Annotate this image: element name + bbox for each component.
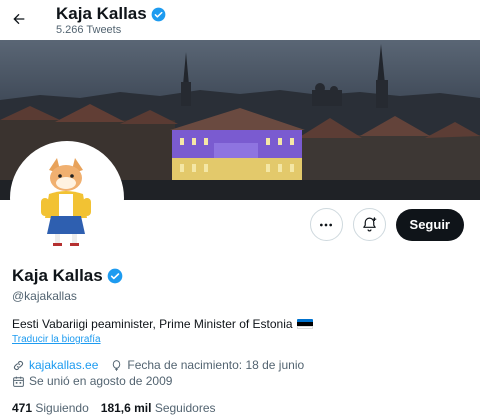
joined-text: Se unió en agosto de 2009 [29, 374, 173, 388]
calendar-icon [12, 375, 25, 388]
profile-name-row: Kaja Kallas [12, 266, 123, 286]
back-button[interactable] [4, 4, 34, 34]
followers-label: Seguidores [154, 401, 216, 415]
profile-stats: 471 Siguiendo 181,6 mil Seguidores [12, 401, 216, 415]
bio-text: Eesti Vabariigi peaminister, Prime Minis… [12, 317, 293, 331]
followers-stat[interactable]: 181,6 mil Seguidores [101, 401, 216, 415]
followers-count: 181,6 mil [100, 401, 152, 415]
following-stat[interactable]: 471 Siguiendo [12, 401, 89, 415]
website-link[interactable]: kajakallas.ee [29, 358, 98, 372]
verified-badge-icon [151, 7, 166, 21]
notify-button[interactable] [352, 208, 386, 241]
verified-badge-icon [107, 268, 123, 284]
bell-plus-icon [362, 217, 376, 232]
following-label: Siguiendo [35, 401, 89, 415]
arrow-left-icon [13, 13, 25, 25]
profile-actions: Seguir [309, 208, 464, 241]
more-icon [320, 223, 333, 226]
profile-meta-row: kajakallas.ee Fecha de nacimiento: 18 de… [12, 358, 304, 372]
profile-joined-row: Se unió en agosto de 2009 [12, 374, 172, 388]
header-title: Kaja Kallas [56, 4, 147, 23]
balloon-icon [110, 359, 123, 372]
profile-bio: Eesti Vabariigi peaminister, Prime Minis… [12, 317, 313, 331]
translate-bio-link[interactable]: Traducir la biografía [12, 334, 101, 345]
follow-button[interactable]: Seguir [395, 208, 464, 241]
more-button[interactable] [309, 208, 343, 241]
profile-name: Kaja Kallas [12, 266, 103, 285]
profile-header: Kaja Kallas 5.266 Tweets [0, 0, 480, 40]
avatar-image [13, 144, 121, 252]
avatar[interactable] [10, 141, 124, 255]
estonia-flag-icon [296, 318, 313, 330]
tweet-count: 5.266 Tweets [56, 24, 122, 36]
following-count: 471 [12, 401, 33, 415]
profile-handle: @kajakallas [12, 289, 77, 303]
link-icon [12, 359, 25, 372]
birthday-text: Fecha de nacimiento: 18 de junio [127, 358, 305, 372]
header-title-row: Kaja Kallas [56, 4, 166, 24]
